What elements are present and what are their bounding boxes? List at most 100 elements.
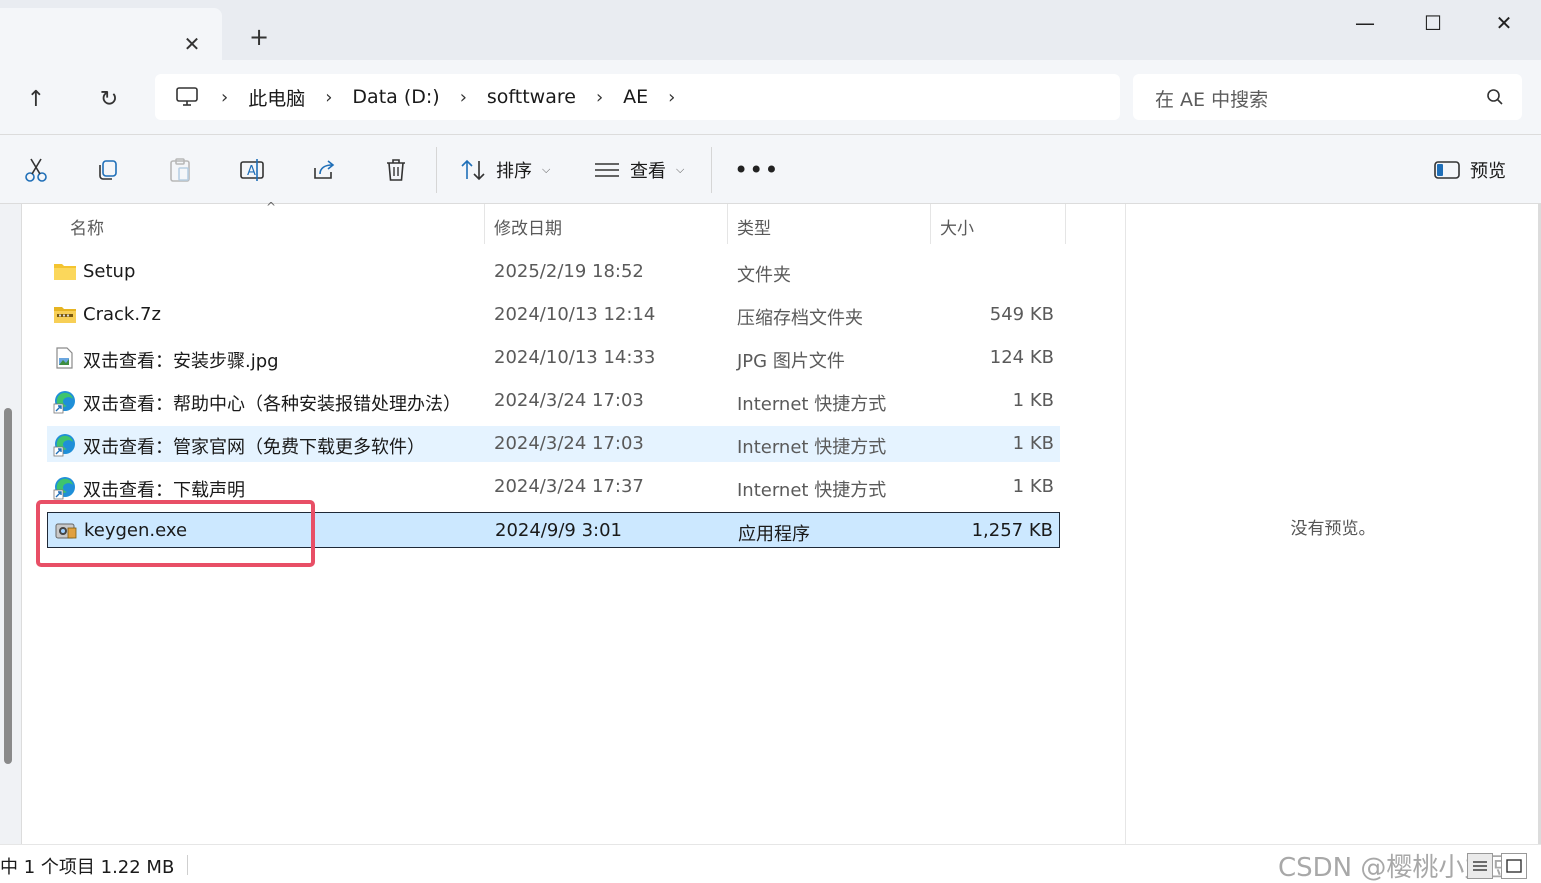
no-preview-text: 没有预览。 <box>1290 519 1376 539</box>
preview-pane-icon <box>1434 161 1460 179</box>
column-header-size[interactable]: 大小 <box>940 214 974 239</box>
details-view-icon <box>1473 861 1487 871</box>
file-size: 1 KB <box>1012 476 1054 497</box>
tiles-view-button[interactable] <box>1501 853 1527 879</box>
file-name: 双击查看：管家官网（免费下载更多软件） <box>83 437 425 458</box>
file-type: Internet 快捷方式 <box>737 437 887 458</box>
view-list-icon <box>595 163 619 177</box>
delete-icon[interactable] <box>381 155 411 185</box>
zip-folder-icon <box>53 304 77 326</box>
file-type: Internet 快捷方式 <box>737 394 887 415</box>
toolbar-divider <box>711 147 712 193</box>
status-separator <box>187 855 188 875</box>
image-file-icon <box>53 347 77 369</box>
preview-label: 预览 <box>1470 161 1506 182</box>
tiles-view-icon <box>1506 859 1522 873</box>
computer-icon[interactable] <box>173 83 201 111</box>
file-date: 2024/3/24 17:03 <box>494 433 644 454</box>
file-row-help-center[interactable]: 双击查看：帮助中心（各种安装报错处理办法） 2024/3/24 17:03 In… <box>47 383 1060 419</box>
column-divider[interactable] <box>727 204 728 244</box>
navigation-bar: ↑ ↻ › 此电脑 › Data (D:) › softtware › AE ›… <box>0 60 1541 134</box>
file-type: 压缩存档文件夹 <box>737 308 863 329</box>
breadcrumb-data-drive[interactable]: Data (D:) <box>352 86 439 108</box>
file-size: 549 KB <box>989 304 1054 325</box>
search-icon[interactable] <box>1486 88 1504 110</box>
edge-shortcut-icon <box>53 390 77 414</box>
breadcrumb-separator[interactable]: › <box>668 87 675 108</box>
cut-icon[interactable] <box>21 155 51 185</box>
view-button[interactable]: 查看 ⌵ <box>594 155 684 185</box>
details-view-button[interactable] <box>1467 853 1493 879</box>
column-header-type[interactable]: 类型 <box>737 214 771 239</box>
file-date: 2024/9/9 3:01 <box>495 520 622 541</box>
column-divider[interactable] <box>484 204 485 244</box>
edge-shortcut-icon <box>53 433 77 457</box>
address-bar[interactable]: › 此电脑 › Data (D:) › softtware › AE › <box>155 74 1120 120</box>
column-divider[interactable] <box>1065 204 1066 244</box>
column-divider[interactable] <box>930 204 931 244</box>
file-name: Setup <box>83 261 136 282</box>
tab-current[interactable]: ✕ <box>0 8 222 60</box>
status-text: 中 1 个项目 1.22 MB <box>0 857 175 878</box>
file-type: Internet 快捷方式 <box>737 480 887 501</box>
minimize-button[interactable]: — <box>1337 6 1393 40</box>
rename-icon[interactable]: A <box>237 155 267 185</box>
sort-ascending-icon: ^ <box>266 200 277 214</box>
file-row-install-steps[interactable]: 双击查看：安装步骤.jpg 2024/10/13 14:33 JPG 图片文件 … <box>47 340 1060 376</box>
breadcrumb-separator[interactable]: › <box>460 87 467 108</box>
column-header-date[interactable]: 修改日期 <box>494 214 562 239</box>
paste-icon[interactable] <box>165 155 195 185</box>
file-size: 1 KB <box>1012 390 1054 411</box>
view-label: 查看 <box>630 161 666 182</box>
file-date: 2024/3/24 17:37 <box>494 476 644 497</box>
breadcrumb-ae[interactable]: AE <box>623 86 648 108</box>
up-button[interactable]: ↑ <box>18 82 54 118</box>
new-tab-button[interactable]: + <box>244 22 274 52</box>
breadcrumb-separator[interactable]: › <box>221 87 228 108</box>
sort-label: 排序 <box>496 161 532 182</box>
status-bar: 中 1 个项目 1.22 MB CSDN @樱桃小丸豆 <box>0 844 1541 883</box>
share-icon[interactable] <box>309 155 339 185</box>
file-type: 文件夹 <box>737 265 791 286</box>
more-options-button[interactable]: ••• <box>734 155 779 185</box>
file-type: JPG 图片文件 <box>737 351 845 372</box>
breadcrumb-softtware[interactable]: softtware <box>487 86 576 108</box>
edge-shortcut-icon <box>53 476 77 500</box>
tab-close-button[interactable]: ✕ <box>178 30 206 58</box>
file-name: Crack.7z <box>83 304 161 325</box>
file-size: 124 KB <box>989 347 1054 368</box>
maximize-button[interactable]: ☐ <box>1405 6 1461 40</box>
breadcrumb-separator[interactable]: › <box>325 87 332 108</box>
file-row-crack-7z[interactable]: Crack.7z 2024/10/13 12:14 压缩存档文件夹 549 KB <box>47 297 1060 333</box>
preview-pane-button[interactable]: 预览 <box>1434 155 1506 185</box>
file-row-official-site[interactable]: 双击查看：管家官网（免费下载更多软件） 2024/3/24 17:03 Inte… <box>47 426 1060 462</box>
file-name: 双击查看：安装步骤.jpg <box>83 351 279 372</box>
chevron-down-icon: ⌵ <box>542 163 551 176</box>
svg-text:A: A <box>247 164 256 179</box>
file-date: 2024/10/13 14:33 <box>494 347 656 368</box>
file-size: 1 KB <box>1012 433 1054 454</box>
column-header-name[interactable]: 名称 <box>70 214 104 239</box>
file-list-area: 名称 ^ 修改日期 类型 大小 Setup 2025/2/19 18:52 文件… <box>0 200 1541 844</box>
file-date: 2024/10/13 12:14 <box>494 304 656 325</box>
file-name: 双击查看：帮助中心（各种安装报错处理办法） <box>83 394 461 415</box>
folder-icon <box>53 261 77 283</box>
file-date: 2024/3/24 17:03 <box>494 390 644 411</box>
file-name: 双击查看：下载声明 <box>83 480 245 501</box>
search-box[interactable]: 在 AE 中搜索 <box>1133 74 1522 120</box>
file-row-setup[interactable]: Setup 2025/2/19 18:52 文件夹 <box>47 254 1060 290</box>
breadcrumb-separator[interactable]: › <box>596 87 603 108</box>
vertical-scrollbar[interactable] <box>4 408 12 764</box>
sort-button[interactable]: 排序 ⌵ <box>460 155 550 185</box>
refresh-button[interactable]: ↻ <box>91 82 127 118</box>
tab-strip: ✕ + — ☐ ✕ <box>0 0 1541 60</box>
breadcrumb-this-pc[interactable]: 此电脑 <box>248 84 305 111</box>
sort-icon <box>461 159 485 181</box>
preview-pane: 没有预览。 <box>1125 204 1539 844</box>
close-window-button[interactable]: ✕ <box>1476 6 1532 40</box>
toolbar-divider <box>436 147 437 193</box>
chevron-down-icon: ⌵ <box>676 163 685 176</box>
search-placeholder[interactable]: 在 AE 中搜索 <box>1155 85 1268 112</box>
annotation-highlight-box <box>36 500 315 567</box>
copy-icon[interactable] <box>93 155 123 185</box>
